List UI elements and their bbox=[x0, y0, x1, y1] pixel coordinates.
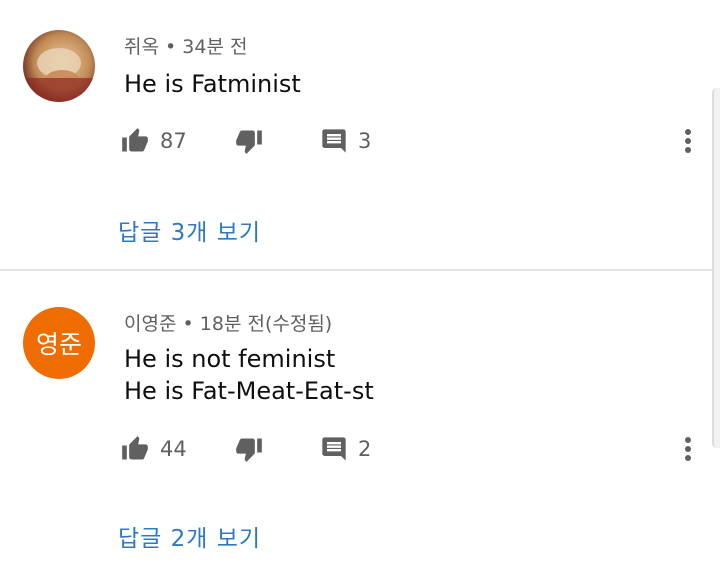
reply-button[interactable]: 2 bbox=[320, 431, 371, 467]
comment-time: 34분 전 bbox=[182, 36, 248, 58]
comment-text: He is Fatminist bbox=[124, 68, 301, 100]
comment-item: 영준 이영준 • 18분 전(수정됨) He is not feminist H… bbox=[0, 271, 720, 569]
comment-text: He is not feminist He is Fat-Meat-Eat-st bbox=[124, 343, 374, 407]
more-vert-icon bbox=[685, 437, 691, 461]
like-count: 44 bbox=[160, 437, 187, 461]
more-options-button[interactable] bbox=[676, 431, 700, 467]
author-name[interactable]: 이영준 bbox=[124, 313, 176, 335]
avatar-initials: 영준 bbox=[35, 330, 82, 359]
separator-dot: • bbox=[182, 313, 194, 335]
more-vert-icon bbox=[685, 129, 691, 153]
more-options-button[interactable] bbox=[676, 123, 700, 159]
thumb-up-icon bbox=[122, 436, 148, 460]
author-name[interactable]: 쥐옥 bbox=[124, 36, 159, 58]
comment-time: 18분 전(수정됨) bbox=[199, 313, 333, 335]
comment-actions: 44 2 bbox=[120, 431, 680, 467]
view-replies-link[interactable]: 답글 3개 보기 bbox=[118, 213, 261, 247]
like-count: 87 bbox=[160, 129, 187, 153]
scrollbar[interactable] bbox=[712, 88, 720, 448]
author-avatar[interactable]: 영준 bbox=[23, 307, 95, 379]
reply-count: 2 bbox=[358, 437, 372, 461]
reply-button[interactable]: 3 bbox=[320, 123, 371, 159]
thumb-down-icon bbox=[236, 130, 262, 154]
comment-meta: 이영준 • 18분 전(수정됨) bbox=[124, 309, 332, 336]
thumb-down-icon bbox=[236, 438, 262, 462]
like-button[interactable]: 87 bbox=[120, 123, 187, 159]
avatar-photo-background bbox=[23, 78, 95, 102]
thumb-up-icon bbox=[122, 128, 148, 152]
comment-icon bbox=[322, 129, 346, 153]
comment-actions: 87 3 bbox=[120, 123, 680, 159]
comment-icon bbox=[322, 437, 346, 461]
comment-text-line: He is Fat-Meat-Eat-st bbox=[124, 377, 374, 405]
author-avatar[interactable] bbox=[23, 30, 95, 102]
comment-meta: 쥐옥 • 34분 전 bbox=[124, 32, 247, 59]
view-replies-link[interactable]: 답글 2개 보기 bbox=[118, 519, 261, 553]
comment-text-line: He is not feminist bbox=[124, 345, 336, 373]
separator-dot: • bbox=[165, 36, 177, 58]
comment-text-line: He is Fatminist bbox=[124, 70, 301, 98]
dislike-button[interactable] bbox=[234, 123, 264, 159]
comment-item: 쥐옥 • 34분 전 He is Fatminist 87 3 답글 3개 보기 bbox=[0, 0, 720, 268]
reply-count: 3 bbox=[358, 129, 372, 153]
like-button[interactable]: 44 bbox=[120, 431, 187, 467]
dislike-button[interactable] bbox=[234, 431, 264, 467]
